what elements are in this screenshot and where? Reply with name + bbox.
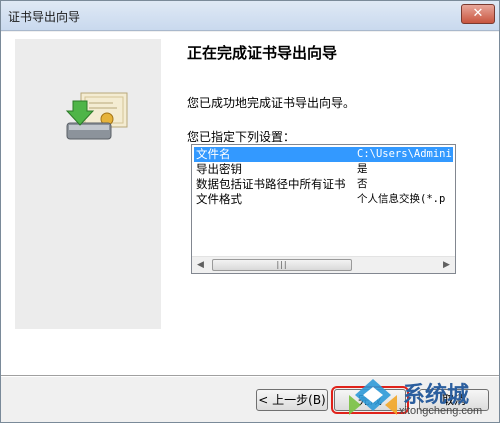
close-button[interactable]: ✕ [461, 4, 495, 24]
settings-label: 您已指定下列设置： [187, 130, 296, 144]
setting-value: C:\Users\Adminis [357, 148, 456, 160]
setting-value: 是 [357, 163, 368, 175]
setting-key: 文件名 [196, 147, 231, 161]
export-wizard-window: 证书导出向导 ✕ 正在完成证书导出向导 您已成功地完成证书导出向导。 您已指定下… [0, 0, 500, 423]
setting-key: 导出密钥 [196, 162, 242, 176]
list-item[interactable]: 文件格式 个人信息交换(*.p [194, 192, 453, 207]
horizontal-scrollbar[interactable]: ◀ ||| ▶ [192, 256, 455, 273]
scroll-thumb[interactable]: ||| [212, 259, 352, 271]
scroll-left-arrow-icon[interactable]: ◀ [192, 257, 209, 273]
settings-list[interactable]: 文件名 C:\Users\Adminis 导出密钥 是 数据包括证书路径中所有证… [191, 144, 456, 274]
back-button[interactable]: < 上一步(B) [256, 389, 328, 411]
wizard-content: 正在完成证书导出向导 您已成功地完成证书导出向导。 您已指定下列设置： 文件名 … [1, 32, 499, 375]
setting-key: 数据包括证书路径中所有证书 [196, 177, 346, 191]
list-item[interactable]: 数据包括证书路径中所有证书 否 [194, 177, 453, 192]
setting-value: 否 [357, 178, 368, 190]
certificate-export-icon [65, 92, 128, 140]
wizard-sidebar [15, 39, 161, 329]
scroll-right-arrow-icon[interactable]: ▶ [438, 257, 455, 273]
window-title: 证书导出向导 [8, 10, 81, 24]
success-message: 您已成功地完成证书导出向导。 [187, 96, 356, 110]
list-item[interactable]: 导出密钥 是 [194, 162, 453, 177]
list-item[interactable]: 文件名 C:\Users\Adminis [194, 147, 456, 162]
watermark-url: xitongcheng.com [399, 405, 483, 417]
setting-value: 个人信息交换(*.p [357, 193, 446, 205]
setting-key: 文件格式 [196, 192, 242, 206]
wizard-heading: 正在完成证书导出向导 [187, 44, 338, 62]
title-bar[interactable]: 证书导出向导 ✕ [1, 1, 499, 31]
